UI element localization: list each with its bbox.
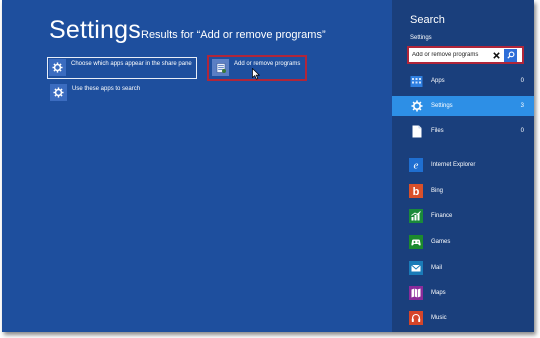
result-label: Use these apps to search bbox=[72, 86, 141, 92]
scope-files[interactable]: Files 0 bbox=[392, 121, 534, 141]
scope-label: Apps bbox=[431, 78, 445, 84]
result-search-apps[interactable]: Use these apps to search bbox=[50, 84, 200, 104]
file-icon bbox=[410, 125, 423, 138]
finance-icon bbox=[409, 209, 423, 223]
programs-icon bbox=[212, 59, 229, 76]
screenshot-frame: Settings Results for “Add or remove prog… bbox=[2, 0, 534, 332]
app-label: Games bbox=[431, 239, 451, 245]
scope-count: 3 bbox=[520, 103, 524, 109]
search-scope-label: Settings bbox=[410, 35, 432, 41]
app-label: Bing bbox=[431, 188, 444, 194]
scope-label: Settings bbox=[431, 103, 453, 109]
app-music[interactable]: Music bbox=[392, 308, 534, 328]
mouse-cursor-icon bbox=[252, 67, 261, 80]
scope-label: Files bbox=[431, 128, 444, 134]
bing-icon: b bbox=[409, 184, 423, 198]
scope-apps[interactable]: Apps 0 bbox=[392, 71, 534, 91]
app-internet-explorer[interactable]: e Internet Explorer bbox=[392, 155, 534, 175]
internet-explorer-icon: e bbox=[409, 158, 423, 172]
search-pane-title: Search bbox=[410, 14, 445, 26]
mail-icon bbox=[409, 261, 423, 275]
search-icon[interactable] bbox=[504, 48, 517, 62]
page-title: Settings bbox=[49, 16, 141, 44]
clear-icon[interactable] bbox=[491, 49, 501, 61]
svg-text:b: b bbox=[413, 186, 420, 197]
scope-settings[interactable]: Settings 3 bbox=[392, 96, 534, 116]
app-finance[interactable]: Finance bbox=[392, 206, 534, 226]
gear-icon bbox=[410, 100, 423, 113]
result-share-pane-apps[interactable]: Choose which apps appear in the share pa… bbox=[47, 57, 197, 79]
settings-results-area: Settings Results for “Add or remove prog… bbox=[2, 0, 392, 332]
app-bing[interactable]: b Bing bbox=[392, 181, 534, 201]
app-maps[interactable]: Maps bbox=[392, 283, 534, 303]
apps-grid-icon bbox=[410, 75, 423, 88]
svg-text:e: e bbox=[414, 160, 419, 172]
result-label: Add or remove programs bbox=[234, 61, 301, 67]
search-input[interactable] bbox=[409, 49, 489, 61]
app-games[interactable]: Games bbox=[392, 232, 534, 252]
app-label: Mail bbox=[431, 265, 443, 271]
search-box bbox=[407, 46, 524, 64]
gear-icon bbox=[50, 84, 67, 101]
maps-icon bbox=[409, 286, 423, 300]
app-mail[interactable]: Mail bbox=[392, 258, 534, 278]
search-charm-pane: Search Settings Apps 0 Settings 3 bbox=[392, 0, 534, 332]
result-label: Choose which apps appear in the share pa… bbox=[71, 61, 192, 67]
music-icon bbox=[409, 311, 423, 325]
gear-icon bbox=[49, 59, 66, 76]
games-icon bbox=[409, 235, 423, 249]
app-label: Finance bbox=[431, 213, 453, 219]
scope-count: 0 bbox=[520, 128, 524, 134]
app-label: Maps bbox=[431, 290, 446, 296]
results-subtitle: Results for “Add or remove programs” bbox=[141, 29, 326, 41]
scope-count: 0 bbox=[520, 78, 524, 84]
app-label: Internet Explorer bbox=[431, 162, 476, 168]
app-label: Music bbox=[431, 315, 447, 321]
